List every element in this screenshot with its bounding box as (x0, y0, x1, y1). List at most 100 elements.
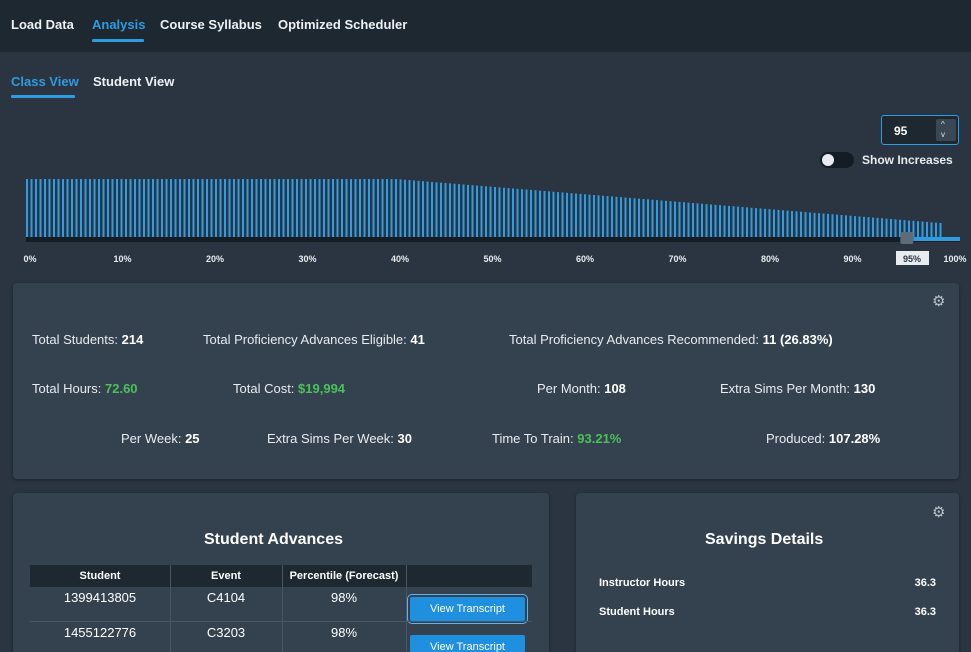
chart-bar (345, 179, 348, 237)
chart-bar (30, 179, 33, 237)
chart-bar (381, 179, 384, 237)
chart-bar (674, 201, 677, 237)
extra-sims-month-stat: Extra Sims Per Month: 130 (720, 381, 876, 396)
chart-bar (737, 206, 740, 237)
threshold-spinner[interactable]: ^ v (936, 119, 956, 141)
chart-bar (867, 217, 870, 237)
chart-bar (350, 179, 353, 237)
chart-bar (273, 179, 276, 237)
chart-bar (809, 212, 812, 237)
tab-load-data[interactable]: Load Data (11, 17, 74, 32)
chart-bar (179, 179, 182, 237)
chart-bar (804, 212, 807, 237)
chevron-down-icon[interactable]: v (941, 131, 945, 139)
x-tick-label: 90% (843, 254, 861, 264)
chart-bar (773, 209, 776, 237)
threshold-stepper[interactable]: 95 ^ v (881, 115, 959, 145)
tab-class-view[interactable]: Class View (11, 74, 79, 89)
chart-bar (764, 208, 767, 237)
chart-bar (129, 179, 132, 237)
chart-bar (759, 208, 762, 237)
chart-bar (849, 215, 852, 237)
slider-track[interactable] (26, 237, 960, 242)
tab-course-syllabus[interactable]: Course Syllabus (160, 17, 262, 32)
chart-bar (683, 202, 686, 237)
column-header-student[interactable]: Student (30, 570, 170, 582)
total-students-stat: Total Students: 214 (32, 332, 144, 347)
chart-bar (341, 179, 344, 237)
chart-bar (728, 205, 731, 237)
tab-optimized-scheduler[interactable]: Optimized Scheduler (278, 17, 407, 32)
slider-fill (913, 237, 960, 241)
chart-bar (602, 195, 605, 237)
chart-bar (287, 179, 290, 237)
chart-bar (548, 191, 551, 237)
chart-bar (390, 179, 393, 237)
chevron-up-icon[interactable]: ^ (941, 121, 945, 129)
tab-student-view[interactable]: Student View (93, 74, 174, 89)
view-transcript-button[interactable]: View Transcript (410, 635, 525, 652)
chart-bar (458, 184, 461, 237)
per-month-stat: Per Month: 108 (537, 381, 626, 396)
chart-bar (624, 197, 627, 237)
chart-bar (611, 196, 614, 237)
chart-bar (521, 189, 524, 237)
savings-details-card: ⚙ (576, 493, 959, 652)
chart-bar (71, 179, 74, 237)
chart-bar (678, 201, 681, 237)
chart-bar (53, 179, 56, 237)
chart-bar (755, 208, 758, 237)
chart-bar (597, 195, 600, 237)
chart-bar (215, 179, 218, 237)
chart-bar (395, 179, 398, 237)
chart-bar (161, 179, 164, 237)
chart-bar (822, 213, 825, 237)
chart-bar (386, 179, 389, 237)
chart-bar (314, 179, 317, 237)
chart-bar (471, 185, 474, 237)
chart-bar (138, 179, 141, 237)
chart-bar (417, 180, 420, 237)
per-week-stat: Per Week: 25 (121, 431, 200, 446)
chart-bar (201, 179, 204, 237)
chart-bar (525, 189, 528, 237)
chart-bar (318, 179, 321, 237)
chart-bar (813, 212, 816, 237)
table-row: 1399413805 C4104 98% View Transcript (30, 587, 532, 624)
event-cell: C3203 (206, 625, 246, 640)
chart-bar (62, 179, 65, 237)
chart-bar (489, 186, 492, 237)
chart-bar (188, 179, 191, 237)
chart-bar (174, 179, 177, 237)
tab-analysis[interactable]: Analysis (92, 17, 145, 32)
chart-bar (512, 188, 515, 237)
chart-bars (26, 179, 942, 237)
chart-bar (656, 200, 659, 237)
tab-analysis-underline (92, 39, 144, 42)
student-id-cell: 1399413805 (63, 590, 137, 605)
column-header-event[interactable]: Event (170, 570, 282, 582)
chart-bar (894, 219, 897, 237)
chart-bar (426, 181, 429, 237)
chart-bar (431, 181, 434, 237)
chart-bar (507, 188, 510, 237)
chart-bar (399, 179, 402, 237)
chart-bar (75, 179, 78, 237)
chart-bar (242, 179, 245, 237)
chart-bar (404, 179, 407, 237)
chart-bar (336, 179, 339, 237)
gear-icon[interactable]: ⚙ (932, 292, 945, 310)
chart-bar (791, 211, 794, 237)
chart-bar (296, 179, 299, 237)
view-transcript-button[interactable]: View Transcript (407, 594, 528, 624)
slider-handle[interactable] (900, 232, 914, 244)
produced-stat: Produced: 107.28% (766, 431, 881, 446)
chart-bar (269, 179, 272, 237)
eligible-stat: Total Proficiency Advances Eligible: 41 (203, 332, 425, 347)
chart-bar (39, 179, 42, 237)
x-tick-label: 30% (298, 254, 316, 264)
gear-icon[interactable]: ⚙ (932, 503, 945, 521)
column-header-percentile[interactable]: Percentile (Forecast) (282, 570, 406, 582)
chart-bar (665, 200, 668, 237)
chart-bar (890, 219, 893, 237)
